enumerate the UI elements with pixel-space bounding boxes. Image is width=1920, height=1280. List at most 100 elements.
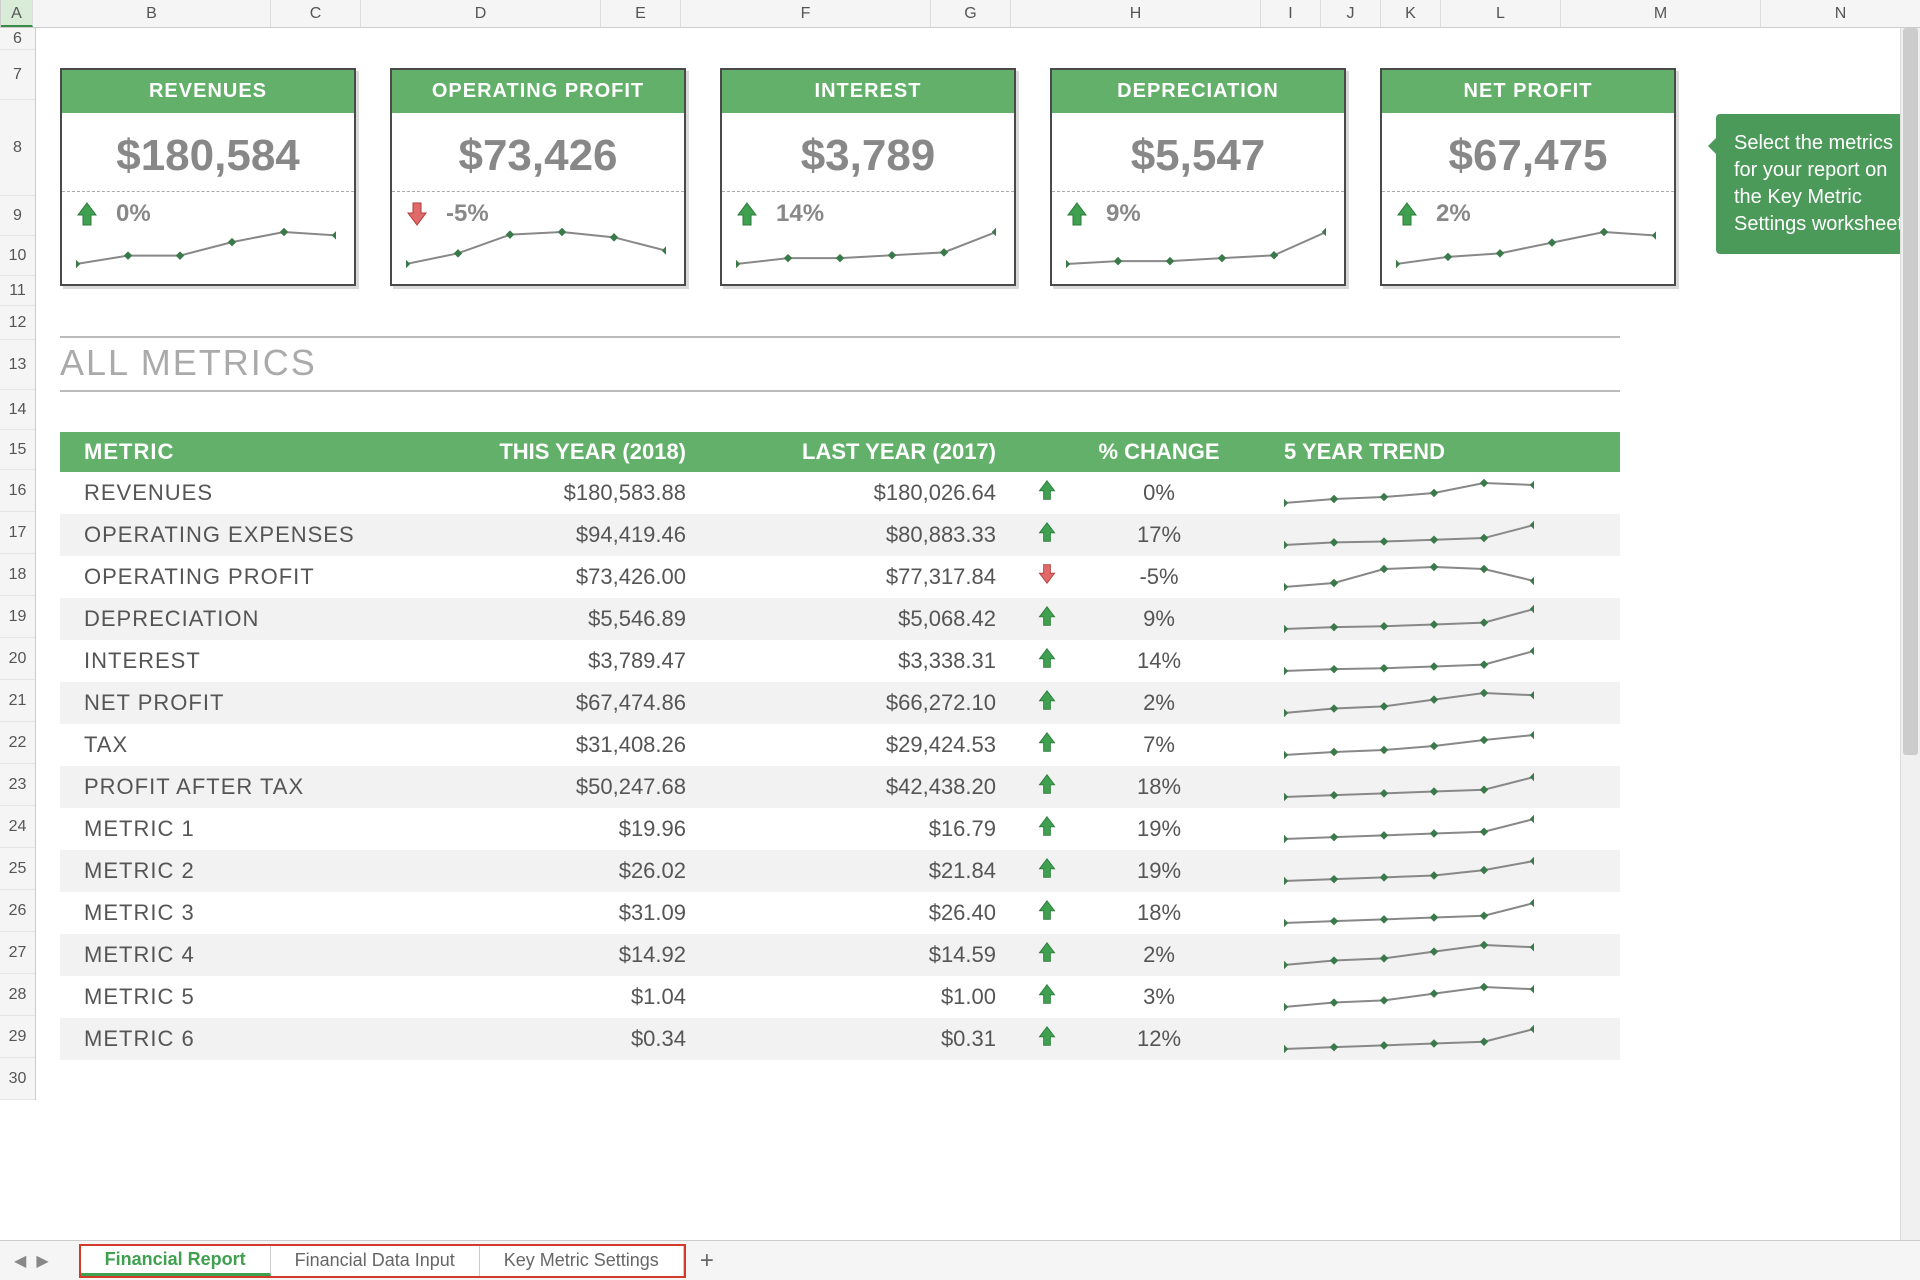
metrics-table-header: METRIC THIS YEAR (2018) LAST YEAR (2017)… <box>60 432 1620 472</box>
tab-nav-next-icon[interactable]: ▶ <box>36 1251 48 1271</box>
kpi-card-delta: 2% <box>1382 192 1674 228</box>
cell-direction <box>1020 731 1074 759</box>
kpi-card[interactable]: REVENUES $180,584 0% <box>60 68 356 286</box>
row-header[interactable]: 29 <box>0 1016 35 1058</box>
kpi-card[interactable]: OPERATING PROFIT $73,426 -5% <box>390 68 686 286</box>
scrollbar-thumb[interactable] <box>1903 28 1918 755</box>
table-row[interactable]: METRIC 6 $0.34 $0.31 12% <box>60 1018 1620 1060</box>
table-row[interactable]: PROFIT AFTER TAX $50,247.68 $42,438.20 1… <box>60 766 1620 808</box>
column-header[interactable]: B <box>33 0 271 27</box>
worksheet-content[interactable]: REVENUES $180,584 0% OPERATING PROFIT $7… <box>36 28 1920 1240</box>
table-row[interactable]: OPERATING EXPENSES $94,419.46 $80,883.33… <box>60 514 1620 556</box>
table-row[interactable]: METRIC 1 $19.96 $16.79 19% <box>60 808 1620 850</box>
kpi-card[interactable]: INTEREST $3,789 14% <box>720 68 1016 286</box>
arrow-up-icon <box>1037 857 1057 879</box>
row-header[interactable]: 24 <box>0 806 35 848</box>
table-row[interactable]: METRIC 2 $26.02 $21.84 19% <box>60 850 1620 892</box>
cell-this-year: $67,474.86 <box>400 690 710 716</box>
tab-nav-arrows[interactable]: ◀ ▶ <box>8 1251 59 1271</box>
sheet-tab[interactable]: Key Metric Settings <box>480 1246 684 1276</box>
table-row[interactable]: TAX $31,408.26 $29,424.53 7% <box>60 724 1620 766</box>
cell-metric-name: METRIC 4 <box>60 942 400 968</box>
column-header[interactable]: C <box>271 0 361 27</box>
table-row[interactable]: METRIC 3 $31.09 $26.40 18% <box>60 892 1620 934</box>
arrow-down-icon <box>1037 563 1057 585</box>
cell-pct-change: 14% <box>1074 648 1244 674</box>
add-sheet-button[interactable]: + <box>686 1247 728 1275</box>
column-header[interactable]: A <box>1 0 33 27</box>
column-header[interactable]: J <box>1321 0 1381 27</box>
column-header[interactable]: D <box>361 0 601 27</box>
table-row[interactable]: REVENUES $180,583.88 $180,026.64 0% <box>60 472 1620 514</box>
row-header[interactable]: 25 <box>0 848 35 890</box>
column-header[interactable]: N <box>1761 0 1920 27</box>
cell-pct-change: 19% <box>1074 858 1244 884</box>
row-header[interactable]: 19 <box>0 596 35 638</box>
cell-this-year: $94,419.46 <box>400 522 710 548</box>
row-header[interactable]: 22 <box>0 722 35 764</box>
sheet-tabs-highlight-box: Financial ReportFinancial Data InputKey … <box>79 1244 686 1278</box>
row-header[interactable]: 8 <box>0 100 35 196</box>
cell-direction <box>1020 899 1074 927</box>
row-header[interactable]: 12 <box>0 306 35 340</box>
row-header[interactable]: 30 <box>0 1058 35 1100</box>
table-row[interactable]: INTEREST $3,789.47 $3,338.31 14% <box>60 640 1620 682</box>
cell-this-year: $73,426.00 <box>400 564 710 590</box>
column-header[interactable]: K <box>1381 0 1441 27</box>
column-header[interactable]: M <box>1561 0 1761 27</box>
cell-direction <box>1020 1025 1074 1053</box>
row-header[interactable]: 13 <box>0 340 35 390</box>
tab-nav-prev-icon[interactable]: ◀ <box>14 1251 26 1271</box>
row-header[interactable]: 20 <box>0 638 35 680</box>
row-header[interactable]: 21 <box>0 680 35 722</box>
row-header[interactable]: 26 <box>0 890 35 932</box>
row-header[interactable]: 14 <box>0 390 35 430</box>
table-row[interactable]: DEPRECIATION $5,546.89 $5,068.42 9% <box>60 598 1620 640</box>
row-header[interactable]: 10 <box>0 236 35 276</box>
sheet-tab[interactable]: Financial Report <box>81 1246 271 1276</box>
sheet-tab-bar: ◀ ▶ Financial ReportFinancial Data Input… <box>0 1240 1920 1280</box>
column-header[interactable]: L <box>1441 0 1561 27</box>
row-header[interactable]: 23 <box>0 764 35 806</box>
kpi-card-value: $67,475 <box>1382 113 1674 192</box>
table-row[interactable]: METRIC 5 $1.04 $1.00 3% <box>60 976 1620 1018</box>
arrow-up-icon <box>1037 983 1057 1005</box>
table-row[interactable]: METRIC 4 $14.92 $14.59 2% <box>60 934 1620 976</box>
cell-direction <box>1020 563 1074 591</box>
cell-direction <box>1020 605 1074 633</box>
column-header[interactable]: G <box>931 0 1011 27</box>
row-header[interactable]: 17 <box>0 512 35 554</box>
kpi-card[interactable]: DEPRECIATION $5,547 9% <box>1050 68 1346 286</box>
row-header[interactable]: 27 <box>0 932 35 974</box>
cell-this-year: $19.96 <box>400 816 710 842</box>
metrics-table: METRIC THIS YEAR (2018) LAST YEAR (2017)… <box>60 432 1620 1060</box>
column-header[interactable]: H <box>1011 0 1261 27</box>
kpi-card-pct: 2% <box>1436 200 1471 228</box>
cell-metric-name: TAX <box>60 732 400 758</box>
cell-last-year: $1.00 <box>710 984 1020 1010</box>
row-header[interactable]: 6 <box>0 28 35 50</box>
kpi-card[interactable]: NET PROFIT $67,475 2% <box>1380 68 1676 286</box>
cell-pct-change: 17% <box>1074 522 1244 548</box>
row-header[interactable]: 9 <box>0 196 35 236</box>
row-header[interactable]: 16 <box>0 470 35 512</box>
row-header[interactable]: 7 <box>0 50 35 100</box>
table-row[interactable]: NET PROFIT $67,474.86 $66,272.10 2% <box>60 682 1620 724</box>
row-header[interactable]: 28 <box>0 974 35 1016</box>
cell-metric-name: INTEREST <box>60 648 400 674</box>
cell-trend-sparkline <box>1244 647 1620 675</box>
kpi-card-value: $3,789 <box>722 113 1014 192</box>
column-header[interactable]: E <box>601 0 681 27</box>
cell-trend-sparkline <box>1244 941 1620 969</box>
row-header[interactable]: 15 <box>0 430 35 470</box>
sheet-tab[interactable]: Financial Data Input <box>271 1246 480 1276</box>
cell-this-year: $5,546.89 <box>400 606 710 632</box>
column-header[interactable]: I <box>1261 0 1321 27</box>
table-row[interactable]: OPERATING PROFIT $73,426.00 $77,317.84 -… <box>60 556 1620 598</box>
row-header[interactable]: 11 <box>0 276 35 306</box>
column-header[interactable]: F <box>681 0 931 27</box>
row-header-gutter: 6789101112131415161718192021222324252627… <box>0 28 36 1100</box>
vertical-scrollbar[interactable] <box>1900 28 1920 1240</box>
row-header[interactable]: 18 <box>0 554 35 596</box>
kpi-card-delta: 14% <box>722 192 1014 228</box>
